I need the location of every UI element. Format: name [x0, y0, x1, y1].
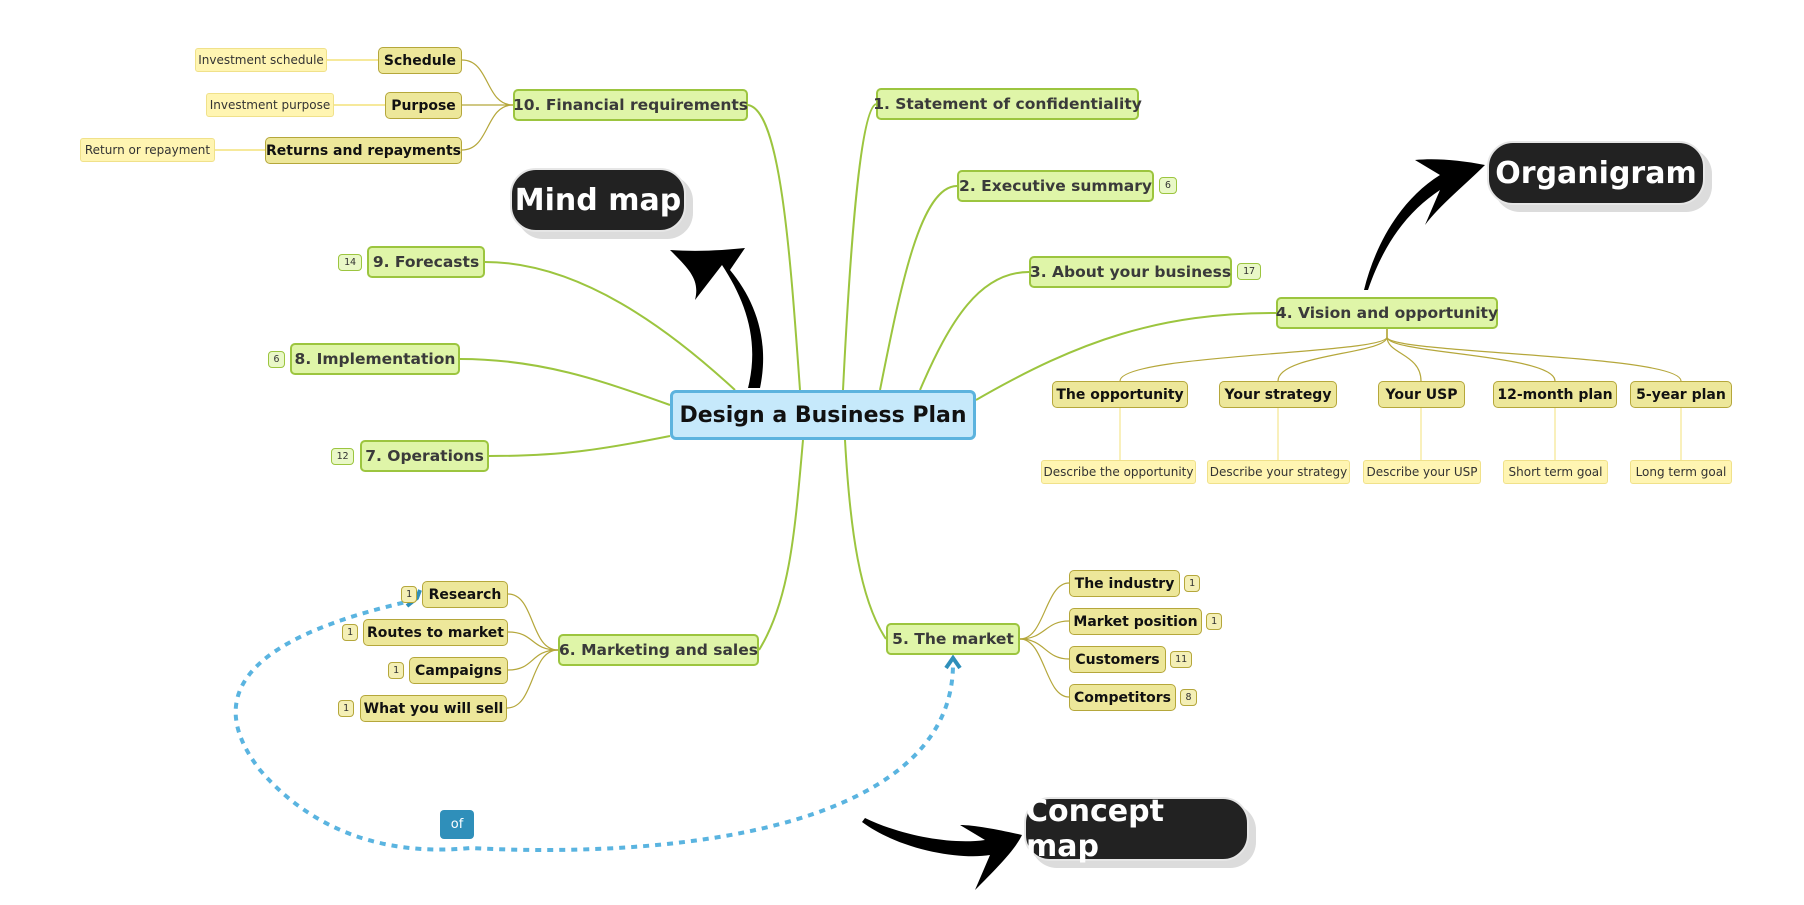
- count-badge: 1: [338, 700, 354, 717]
- subtopic-your-usp[interactable]: Your USP: [1378, 381, 1465, 408]
- connector-vision-child: [1277, 329, 1388, 382]
- topic-forecasts[interactable]: 9. Forecasts: [367, 246, 485, 278]
- connector-about-business: [919, 271, 1030, 391]
- subtopic-purpose[interactable]: Purpose: [385, 92, 462, 119]
- topic-the-market[interactable]: 5. The market: [886, 623, 1020, 655]
- callout-concept-map: Concept map: [1024, 794, 1249, 864]
- central-topic[interactable]: Design a Business Plan: [670, 390, 976, 440]
- connector-executive-summary: [879, 185, 958, 391]
- mind-map-arrow-icon: [670, 248, 764, 388]
- note-describe-your-strategy[interactable]: Describe your strategy: [1207, 460, 1350, 484]
- connector-market-child: [1019, 620, 1070, 640]
- count-badge: 6: [1159, 177, 1177, 194]
- topic-financial-requirements[interactable]: 10. Financial requirements: [513, 89, 748, 121]
- connector-market: [844, 439, 887, 640]
- note-investment-schedule[interactable]: Investment schedule: [195, 48, 327, 72]
- subtopic-returns-and-repayments[interactable]: Returns and repayments: [265, 137, 462, 164]
- callout-organigram: Organigram: [1487, 141, 1705, 205]
- note-describe-the-opportunity[interactable]: Describe the opportunity: [1041, 460, 1196, 484]
- connector-marketing-child: [506, 649, 559, 709]
- count-badge: 1: [1206, 613, 1222, 630]
- concept-map-arrow-icon: [862, 818, 1022, 890]
- count-badge: 1: [342, 624, 358, 641]
- connector-layer: [215, 59, 1682, 890]
- subtopic-routes-to-market[interactable]: Routes to market: [363, 619, 508, 646]
- connector-confidentiality: [842, 103, 877, 391]
- connector-market-child: [1019, 638, 1070, 660]
- connector-vision-child: [1386, 329, 1422, 382]
- count-badge: 6: [268, 351, 285, 368]
- subtopic-your-strategy[interactable]: Your strategy: [1219, 381, 1337, 408]
- connector-marketing-child: [507, 631, 559, 651]
- relationship-arrowhead: [944, 654, 962, 670]
- count-badge: 1: [1184, 575, 1200, 592]
- connector-implementation: [459, 358, 671, 406]
- topic-statement-of-confidentiality[interactable]: 1. Statement of confidentiality: [873, 88, 1142, 120]
- connector-vision-child: [1119, 329, 1388, 382]
- topic-vision-and-opportunity[interactable]: 4. Vision and opportunity: [1276, 297, 1498, 329]
- connector-market-child: [1019, 638, 1070, 698]
- count-badge: 17: [1237, 263, 1261, 280]
- subtopic-research[interactable]: Research: [422, 581, 508, 608]
- subtopic-the-industry[interactable]: The industry: [1069, 570, 1180, 597]
- topic-executive-summary[interactable]: 2. Executive summary: [957, 170, 1154, 202]
- topic-marketing-and-sales[interactable]: 6. Marketing and sales: [558, 634, 759, 666]
- organigram-arrow-icon: [1364, 159, 1485, 290]
- count-badge: 12: [331, 448, 354, 465]
- subtopic-campaigns[interactable]: Campaigns: [409, 657, 508, 684]
- topic-implementation[interactable]: 8. Implementation: [290, 343, 460, 375]
- connector-operations: [488, 435, 671, 457]
- subtopic-customers[interactable]: Customers: [1069, 646, 1166, 673]
- connector-marketing: [758, 439, 804, 651]
- note-short-term-goal[interactable]: Short term goal: [1503, 460, 1608, 484]
- note-investment-purpose[interactable]: Investment purpose: [206, 93, 334, 117]
- subtopic-the-opportunity[interactable]: The opportunity: [1052, 381, 1188, 408]
- connector-marketing-child: [507, 649, 559, 671]
- subtopic-schedule[interactable]: Schedule: [378, 47, 462, 74]
- subtopic-market-position[interactable]: Market position: [1069, 608, 1202, 635]
- note-return-or-repayment[interactable]: Return or repayment: [80, 138, 215, 162]
- connector-financial-child: [461, 59, 514, 106]
- count-badge: 8: [1180, 689, 1197, 706]
- note-describe-your-usp[interactable]: Describe your USP: [1363, 460, 1481, 484]
- count-badge: 1: [401, 586, 417, 603]
- topic-about-your-business[interactable]: 3. About your business: [1029, 256, 1232, 288]
- count-badge: 1: [388, 662, 404, 679]
- relationship-label[interactable]: of: [440, 810, 474, 839]
- count-badge: 11: [1170, 651, 1192, 668]
- subtopic-competitors[interactable]: Competitors: [1069, 684, 1176, 711]
- connector-vision-child: [1386, 329, 1682, 382]
- mind-map-canvas[interactable]: Design a Business Plan 1. Statement of c…: [0, 0, 1804, 905]
- subtopic-5-year-plan[interactable]: 5-year plan: [1630, 381, 1732, 408]
- subtopic-12-month-plan[interactable]: 12-month plan: [1493, 381, 1617, 408]
- callout-mind-map: Mind map: [510, 168, 686, 232]
- connector-financial-child: [461, 104, 514, 151]
- subtopic-what-you-will-sell[interactable]: What you will sell: [360, 695, 507, 722]
- count-badge: 14: [338, 254, 362, 271]
- note-long-term-goal[interactable]: Long term goal: [1630, 460, 1732, 484]
- topic-operations[interactable]: 7. Operations: [360, 440, 489, 472]
